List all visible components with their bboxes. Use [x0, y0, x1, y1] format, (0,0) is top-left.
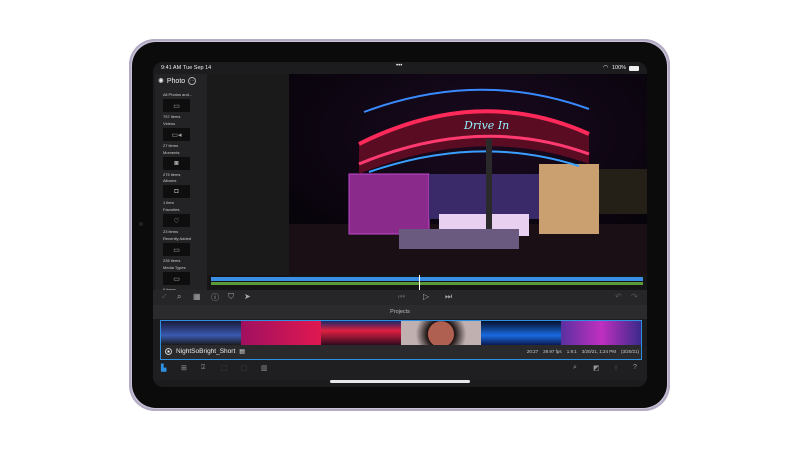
photo-sidebar: ✺ Photo ··· All Photos and... ▭ 757 items …: [155, 74, 207, 292]
sidebar-item-label: Media Types: [163, 265, 186, 270]
sidebar-item-videos[interactable]: Videos ▭◂ 27 items: [163, 121, 203, 148]
help-icon[interactable]: ?: [633, 364, 637, 371]
sidebar-item-count: 275 items: [163, 172, 181, 177]
sidebar-item-all-photos[interactable]: All Photos and... ▭ 757 items: [163, 92, 203, 119]
video-icon: ▭◂: [163, 128, 190, 141]
share-icon[interactable]: ⇪: [613, 364, 619, 372]
sidebar-item-label: Favorites: [163, 207, 180, 212]
status-time: 9:41 AM: [161, 65, 182, 71]
sidebar-item-favorites[interactable]: Favorites ♡ 23 items: [163, 207, 203, 234]
redo-icon[interactable]: ↷: [631, 292, 638, 301]
info-icon[interactable]: ⓘ: [211, 292, 219, 303]
sidebar-item-label: Recently Added: [163, 236, 192, 241]
sidebar-item-count: 235 items: [163, 258, 181, 263]
project-date: 3/20/21, 1:24 PM: [581, 349, 616, 354]
playhead[interactable]: [419, 275, 420, 290]
thumbnail-portrait-pink: [241, 321, 321, 345]
viewer-toolbar: ✓ ⌕ ▦ ⓘ ⛉ ➤ ⏮ ▷ ⏭ ↶ ↷: [153, 290, 647, 305]
thumbnail-portrait-face: [401, 321, 481, 345]
project-modified: (3/20/21): [620, 349, 639, 354]
project-name: NightSoBright_Short: [176, 348, 236, 355]
projects-header: Projects: [153, 305, 647, 319]
viewer-frame-drive-in: Drive In: [289, 74, 647, 275]
sidebar-item-count: 23 items: [163, 229, 179, 234]
project-status-icon: [165, 348, 172, 355]
battery-icon: [629, 66, 639, 71]
shield-icon[interactable]: ⛉: [228, 292, 234, 302]
project-item[interactable]: NightSoBright_Short ▤ 20:27 29.97 fps 1.…: [160, 320, 642, 360]
delete-icon[interactable]: ▢: [241, 364, 248, 372]
video-viewer[interactable]: Drive In: [207, 74, 647, 275]
video-track-bar: [211, 277, 643, 281]
checkmark-icon[interactable]: ✓: [161, 292, 168, 301]
media-icon[interactable]: ◩: [593, 364, 600, 372]
thumbnail-building: [561, 321, 641, 345]
more-options-icon[interactable]: ···: [188, 77, 197, 85]
status-date: Tue Sep 14: [183, 65, 212, 71]
sidebar-title: Photo: [166, 77, 186, 85]
project-note-icon[interactable]: ▤: [239, 348, 245, 355]
heart-icon: ♡: [163, 214, 190, 227]
drive-in-sign: Drive In: [463, 119, 509, 132]
status-bar: 9:41 AM Tue Sep 14 ••• ◠ 100%: [153, 62, 647, 74]
undo-icon[interactable]: ↶: [615, 292, 622, 301]
sidebar-item-albums[interactable]: Albums ◘ 1 item: [163, 178, 203, 205]
sidebar-item-label: All Photos and...: [163, 92, 193, 97]
sidebar-item-count: 27 items: [163, 143, 179, 148]
project-aspect: 1.9:1: [566, 349, 577, 354]
project-filmstrip: [161, 321, 641, 345]
sidebar-item-label: Moments: [163, 150, 180, 155]
sidebar-item-moments[interactable]: Moments ◙ 275 items: [163, 150, 203, 177]
add-marker-icon[interactable]: ➤: [244, 292, 251, 301]
zoom-search-icon[interactable]: ⌕: [177, 292, 181, 302]
app-screen: 9:41 AM Tue Sep 14 ••• ◠ 100% ✺ Photo ··…: [153, 62, 647, 387]
project-browser-icon[interactable]: ▙: [161, 364, 166, 372]
sidebar-item-media-types[interactable]: Media Types▭6 items: [163, 265, 203, 292]
play-icon[interactable]: ▷: [423, 292, 429, 301]
battery-percent: 100%: [612, 65, 627, 71]
skip-forward-icon[interactable]: ⏭: [445, 292, 452, 302]
project-fps: 29.97 fps: [543, 349, 562, 354]
audio-track-bar: [211, 282, 643, 285]
thumbnail-neon-sign: [321, 321, 401, 345]
timeline-scrubber[interactable]: [207, 275, 647, 290]
folder-icon: ▭: [163, 243, 190, 256]
sidebar-item-count: 1 item: [163, 200, 174, 205]
folder-icon: ▭: [163, 99, 190, 112]
album-icon: ◘: [163, 185, 190, 198]
home-indicator[interactable]: [330, 380, 470, 383]
archive-icon[interactable]: ▥: [261, 364, 268, 372]
wifi-icon: ◠: [603, 65, 609, 71]
import-icon[interactable]: ⍗: [201, 364, 205, 372]
thumbnail-palms: [161, 321, 241, 345]
project-duration: 20:27: [526, 349, 539, 354]
browser-layout-icon[interactable]: ▦: [193, 292, 201, 301]
bottom-toolbar: ▙ ⊞ ⍗ ▢ ▢ ▥ ⌕ ◩ ⇪ ?: [153, 360, 647, 380]
skip-back-icon[interactable]: ⏮: [398, 292, 405, 302]
sidebar-item-label: Albums: [163, 178, 177, 183]
camera-dot: [139, 222, 143, 226]
search-icon[interactable]: ⌕: [573, 364, 577, 372]
moments-icon: ◙: [163, 157, 190, 170]
multitasking-dots-icon[interactable]: •••: [396, 63, 402, 69]
sidebar-item-label: Videos: [163, 121, 176, 126]
new-project-icon[interactable]: ⊞: [181, 364, 187, 372]
sidebar-item-recently-added[interactable]: Recently Added ▭ 235 items: [163, 236, 203, 263]
thumbnail-blue-window: [481, 321, 561, 345]
folder-icon: ▭: [163, 272, 190, 285]
photos-app-icon: ✺: [158, 78, 164, 85]
sidebar-item-count: 757 items: [163, 114, 181, 119]
duplicate-icon[interactable]: ▢: [221, 364, 228, 372]
